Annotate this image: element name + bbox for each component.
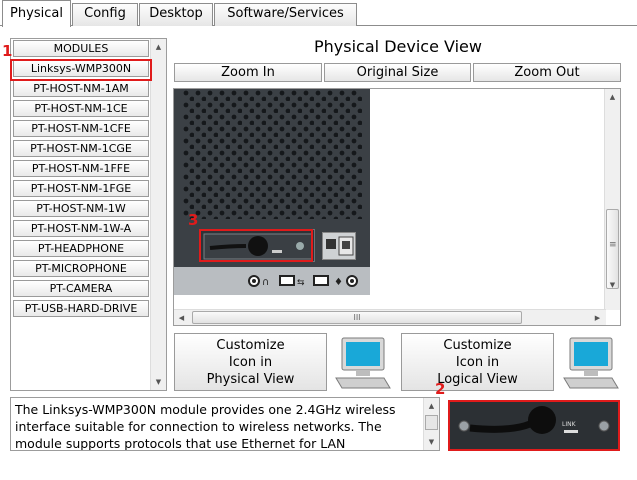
annotation-marker-2: 2 bbox=[435, 380, 446, 398]
wmp300n-module-graphic: LINK bbox=[450, 402, 618, 449]
button-label-line: Logical View bbox=[437, 372, 518, 387]
module-item[interactable]: PT-CAMERA bbox=[13, 280, 149, 297]
original-size-button[interactable]: Original Size bbox=[324, 63, 471, 82]
device-rear-panel: ∩ ⇆ ♦ bbox=[174, 89, 370, 295]
tab-bar: Physical Config Desktop Software/Service… bbox=[0, 0, 637, 27]
button-label-line: Physical View bbox=[206, 372, 295, 387]
module-item[interactable]: PT-HOST-NM-1FFE bbox=[13, 160, 149, 177]
button-label-line: Customize bbox=[443, 338, 512, 353]
customize-physical-icon-button[interactable]: Customize Icon in Physical View bbox=[174, 333, 327, 391]
vent-grille bbox=[182, 89, 362, 219]
pc-icon-physical bbox=[335, 337, 391, 389]
scroll-up-arrow-icon[interactable]: ▲ bbox=[151, 39, 166, 55]
customize-logical-icon-button[interactable]: Customize Icon in Logical View bbox=[401, 333, 554, 391]
scroll-down-arrow-icon[interactable]: ▼ bbox=[605, 277, 620, 293]
button-label-line: Icon in bbox=[228, 355, 273, 370]
viewer-vertical-scrollbar[interactable]: ▲ ≡ ▼ bbox=[604, 89, 620, 310]
module-item[interactable]: PT-HOST-NM-1CGE bbox=[13, 140, 149, 157]
scroll-up-arrow-icon[interactable]: ▲ bbox=[424, 398, 439, 414]
io-ports-icon: ∩ ⇆ ♦ bbox=[248, 275, 358, 288]
link-label: LINK bbox=[562, 421, 577, 428]
annotation-marker-1: 1 bbox=[2, 42, 13, 60]
scroll-down-arrow-icon[interactable]: ▼ bbox=[424, 434, 439, 450]
module-list-scrollbar[interactable]: ▲ ▼ bbox=[150, 39, 166, 390]
zoom-out-button[interactable]: Zoom Out bbox=[473, 63, 621, 82]
tab-desktop[interactable]: Desktop bbox=[139, 3, 213, 26]
module-description-box[interactable]: The Linksys-WMP300N module provides one … bbox=[10, 397, 440, 451]
scroll-down-arrow-icon[interactable]: ▼ bbox=[151, 374, 166, 390]
selected-module-highlight bbox=[10, 59, 152, 81]
button-label-line: Customize bbox=[216, 338, 285, 353]
svg-text:∩: ∩ bbox=[262, 277, 269, 288]
physical-device-view-title: Physical Device View bbox=[314, 37, 482, 56]
svg-text:♦: ♦ bbox=[334, 277, 343, 288]
zoom-in-button[interactable]: Zoom In bbox=[174, 63, 322, 82]
module-preview-image: LINK bbox=[448, 400, 620, 451]
scroll-grip-icon: ≡ bbox=[609, 240, 617, 250]
io-port-strip: ∩ ⇆ ♦ bbox=[174, 267, 370, 295]
module-item[interactable]: PT-HOST-NM-1CE bbox=[13, 100, 149, 117]
modules-header: MODULES bbox=[13, 40, 149, 57]
module-item[interactable]: PT-HOST-NM-1AM bbox=[13, 80, 149, 97]
scroll-left-arrow-icon[interactable]: ◀ bbox=[174, 310, 189, 325]
module-item[interactable]: PT-HOST-NM-1FGE bbox=[13, 180, 149, 197]
description-scrollbar[interactable]: ▲ ▼ bbox=[423, 398, 439, 450]
tab-config[interactable]: Config bbox=[72, 3, 138, 26]
module-item[interactable]: PT-HEADPHONE bbox=[13, 240, 149, 257]
module-item[interactable]: PT-HOST-NM-1W bbox=[13, 200, 149, 217]
description-scroll-thumb[interactable] bbox=[425, 415, 438, 430]
module-item[interactable]: PT-HOST-NM-1W-A bbox=[13, 220, 149, 237]
pc-icon-logical bbox=[563, 337, 619, 389]
svg-text:⇆: ⇆ bbox=[297, 278, 305, 288]
module-item[interactable]: PT-HOST-NM-1CFE bbox=[13, 120, 149, 137]
ethernet-port-icon bbox=[326, 236, 354, 256]
tab-software-services[interactable]: Software/Services bbox=[214, 3, 357, 26]
module-description-text: The Linksys-WMP300N module provides one … bbox=[15, 402, 396, 451]
ethernet-port bbox=[322, 232, 356, 260]
viewer-horizontal-scrollbar[interactable]: ◀ III ▶ bbox=[174, 309, 606, 325]
scroll-up-arrow-icon[interactable]: ▲ bbox=[605, 89, 620, 105]
module-bay-highlight bbox=[199, 229, 313, 262]
scroll-right-arrow-icon[interactable]: ▶ bbox=[590, 310, 605, 325]
physical-device-viewer[interactable]: ∩ ⇆ ♦ ▲ ≡ ▼ ◀ III ▶ bbox=[173, 88, 621, 326]
tab-physical[interactable]: Physical bbox=[2, 0, 71, 27]
button-label-line: Icon in bbox=[455, 355, 500, 370]
viewer-horizontal-scroll-thumb[interactable]: III bbox=[192, 311, 522, 324]
annotation-marker-3: 3 bbox=[188, 211, 199, 229]
module-item[interactable]: PT-MICROPHONE bbox=[13, 260, 149, 277]
module-list: MODULES Linksys-WMP300N PT-HOST-NM-1AM P… bbox=[10, 38, 167, 391]
module-item[interactable]: PT-USB-HARD-DRIVE bbox=[13, 300, 149, 317]
